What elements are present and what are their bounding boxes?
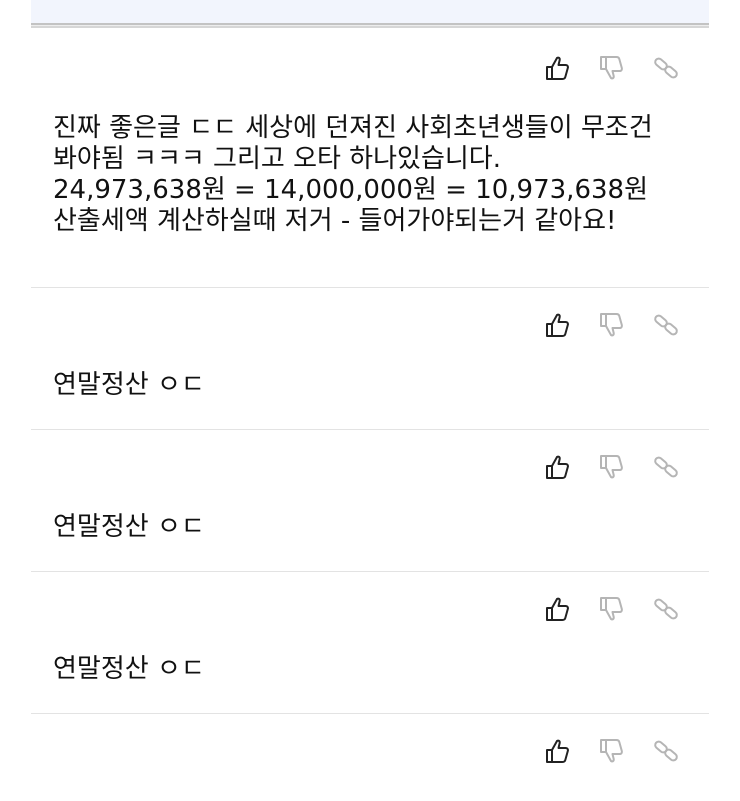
link-icon — [654, 456, 678, 478]
thumbs-up-icon — [546, 56, 569, 80]
link-icon — [654, 740, 678, 762]
like-button[interactable] — [541, 51, 575, 85]
comment-text: 진짜 좋은글 ㄷㄷ 세상에 던져진 사회초년생들이 무조건 봐야됨 ㅋㅋㅋ 그리… — [53, 113, 653, 236]
comment-text: 연말정산 ㅇㄷ — [53, 370, 205, 400]
comment-item: 진짜 좋은글 ㄷㄷ 세상에 던져진 사회초년생들이 무조건 봐야됨 ㅋㅋㅋ 그리… — [31, 51, 709, 288]
thumbs-up-icon — [546, 313, 569, 337]
dislike-button[interactable] — [595, 592, 629, 626]
link-button[interactable] — [649, 308, 683, 342]
link-button[interactable] — [649, 450, 683, 484]
comment-item — [31, 734, 709, 801]
thumbs-down-icon — [600, 56, 623, 80]
link-icon — [654, 314, 678, 336]
link-icon — [654, 57, 678, 79]
comment-item: 연말정산 ㅇㄷ — [31, 450, 709, 572]
comment-actions — [521, 308, 683, 342]
link-button[interactable] — [649, 734, 683, 768]
link-button[interactable] — [649, 51, 683, 85]
comment-actions — [521, 734, 683, 768]
dislike-button[interactable] — [595, 51, 629, 85]
previous-comment-edge — [31, 0, 709, 23]
thumbs-up-icon — [546, 455, 569, 479]
comment-text: 연말정산 ㅇㄷ — [53, 512, 205, 542]
thumbs-up-icon — [546, 597, 569, 621]
thumbs-up-icon — [546, 739, 569, 763]
link-button[interactable] — [649, 592, 683, 626]
link-icon — [654, 598, 678, 620]
dislike-button[interactable] — [595, 734, 629, 768]
comment-page: 진짜 좋은글 ㄷㄷ 세상에 던져진 사회초년생들이 무조건 봐야됨 ㅋㅋㅋ 그리… — [0, 0, 740, 801]
dislike-button[interactable] — [595, 308, 629, 342]
thumbs-down-icon — [600, 455, 623, 479]
comment-text: 연말정산 ㅇㄷ — [53, 654, 205, 684]
comment-item: 연말정산 ㅇㄷ — [31, 592, 709, 714]
comment-actions — [521, 450, 683, 484]
like-button[interactable] — [541, 734, 575, 768]
like-button[interactable] — [541, 592, 575, 626]
thumbs-down-icon — [600, 313, 623, 337]
divider — [31, 23, 709, 28]
comment-actions — [521, 51, 683, 85]
like-button[interactable] — [541, 308, 575, 342]
like-button[interactable] — [541, 450, 575, 484]
comment-actions — [521, 592, 683, 626]
thumbs-down-icon — [600, 597, 623, 621]
comment-item: 연말정산 ㅇㄷ — [31, 308, 709, 430]
thumbs-down-icon — [600, 739, 623, 763]
dislike-button[interactable] — [595, 450, 629, 484]
